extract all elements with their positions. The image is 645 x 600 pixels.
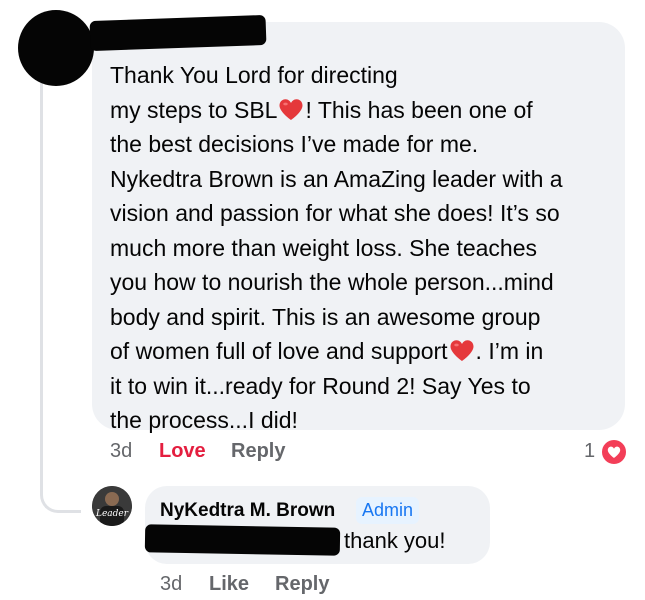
comment-line: the process...I did!	[110, 407, 298, 433]
admin-badge: Admin	[356, 497, 420, 524]
comment-timestamp[interactable]: 3d	[110, 440, 132, 463]
mention-redacted	[144, 524, 341, 556]
comment-line: of women full of love and support. I’m i…	[110, 338, 544, 364]
comment-line: my steps to SBL! This has been one of	[110, 96, 533, 123]
reply-avatar[interactable]: Leader	[92, 486, 132, 526]
reply-timestamp[interactable]: 3d	[160, 573, 182, 596]
comment-line: much more than weight loss. She teaches	[110, 234, 538, 261]
avatar-leader-text: Leader	[95, 509, 129, 519]
reaction-count[interactable]: 1	[584, 440, 595, 463]
comment-line: vision and passion for what she does! It…	[110, 200, 560, 226]
commenter-name-redacted	[89, 14, 267, 52]
love-reaction-icon[interactable]	[600, 438, 628, 466]
reply-button[interactable]: Reply	[231, 440, 285, 463]
thread-line	[40, 68, 43, 488]
comment-line: Thank You Lord for directing	[110, 62, 398, 88]
reply-author-name[interactable]: NyKedtra M. Brown	[160, 500, 335, 522]
comment-line: the best decisions I’ve made for me.	[110, 131, 479, 157]
reply-text: thank you!	[344, 528, 446, 553]
heart-emoji-icon	[279, 98, 303, 120]
commenter-avatar[interactable]	[18, 10, 94, 86]
love-button[interactable]: Love	[159, 440, 206, 463]
comment-line: it to win it...ready for Round 2! Say Ye…	[110, 372, 531, 399]
thread-connector	[40, 470, 81, 513]
comment-line: body and spirit. This is an awesome grou…	[110, 303, 541, 330]
reply-reply-button[interactable]: Reply	[275, 573, 329, 596]
comment-line: Nykedtra Brown is an AmaZing leader with…	[110, 165, 563, 192]
comment-text: Thank You Lord for directing my steps to…	[110, 58, 615, 438]
like-button[interactable]: Like	[209, 573, 249, 596]
heart-emoji-icon	[450, 340, 474, 361]
comment-line: you how to nourish the whole person...mi…	[110, 269, 554, 295]
